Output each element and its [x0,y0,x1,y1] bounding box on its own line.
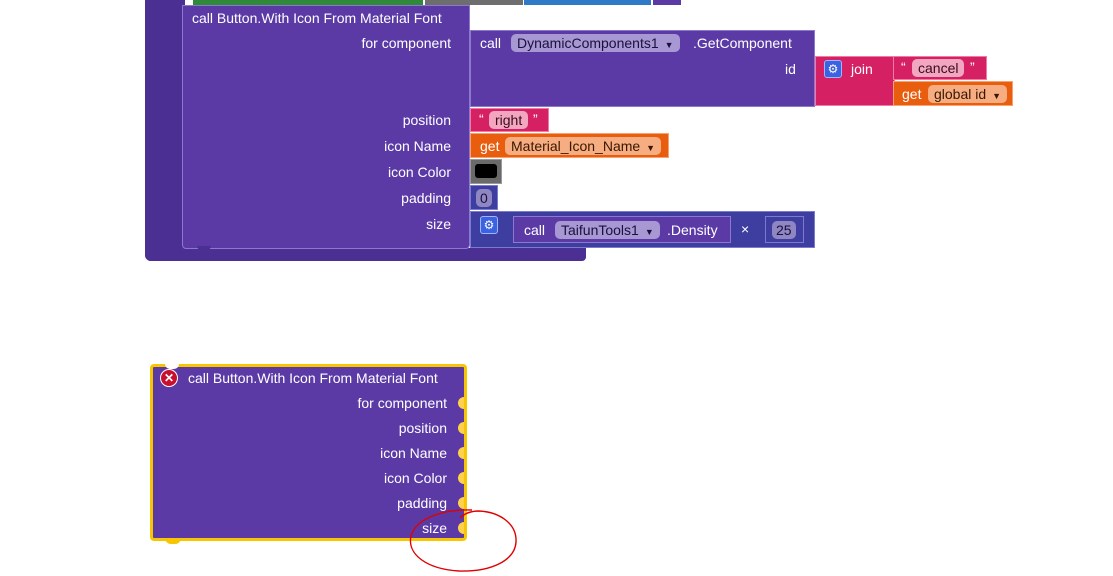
label-size: size [426,216,451,232]
block-notch [197,246,211,250]
socket-position[interactable] [458,422,464,434]
quote-close: ” [533,111,538,127]
variable-dropdown-value: Material_Icon_Name [511,138,641,154]
socket-for-component[interactable] [458,397,464,409]
block-header: call Button.With Icon From Material Font [188,370,438,386]
variable-dropdown-value: global id [934,86,987,102]
taifun-dropdown-value: TaifunTools1 [561,222,639,238]
error-x-icon[interactable]: ✕ [160,369,178,387]
dropdown-arrow-icon: ▼ [992,91,1002,101]
label-position: position [402,112,451,128]
get-component-call: call [480,35,502,51]
label-id: id [785,61,796,77]
label-position: position [398,420,447,436]
join-label: join [851,61,873,77]
number-value-25[interactable]: 25 [772,221,796,239]
label-for-component: for component [357,395,448,411]
variable-dropdown-global-id[interactable]: global id ▼ [928,85,1008,103]
annotation-circle [409,509,517,572]
get-label: get [480,138,500,154]
density-method: .Density [667,222,718,238]
socket-icon-color[interactable] [458,472,464,484]
quote-open: “ [479,111,484,127]
variable-dropdown-icon-name[interactable]: Material_Icon_Name ▼ [505,137,662,155]
parent-block-bottom-arm [145,248,586,261]
label-icon-color: icon Color [383,470,447,486]
label-icon-color: icon Color [387,164,451,180]
quote-close: ” [970,59,975,75]
number-value-padding[interactable]: 0 [476,189,492,207]
component-dropdown-value: DynamicComponents1 [517,35,659,51]
color-swatch[interactable] [475,164,497,178]
component-dropdown[interactable]: DynamicComponents1 ▼ [511,34,680,52]
dropdown-arrow-icon: ▼ [646,143,656,153]
label-for-component: for component [361,35,452,51]
parent-block-left-arm[interactable] [145,0,185,261]
block-header: call Button.With Icon From Material Font [192,10,442,26]
label-icon-name: icon Name [384,138,451,154]
density-call-label: call [524,222,546,238]
dropdown-arrow-icon: ▼ [664,40,674,50]
mutator-gear-icon[interactable]: ⚙ [480,216,498,234]
get-label: get [902,86,922,102]
label-icon-name: icon Name [380,445,447,461]
label-padding: padding [401,190,451,206]
block-bottom-tab [165,538,181,544]
quote-open: “ [901,59,906,75]
dropdown-arrow-icon: ▼ [644,227,654,237]
top-stub-blue [524,0,651,5]
socket-icon-name[interactable] [458,447,464,459]
top-stub-purple [653,0,681,5]
get-component-method: .GetComponent [693,35,792,51]
multiply-operator: × [741,221,750,237]
taifun-dropdown[interactable]: TaifunTools1 ▼ [555,221,660,239]
mutator-gear-icon[interactable]: ⚙ [824,60,842,78]
text-value-right[interactable]: right [489,111,529,129]
text-value-cancel[interactable]: cancel [912,59,965,77]
